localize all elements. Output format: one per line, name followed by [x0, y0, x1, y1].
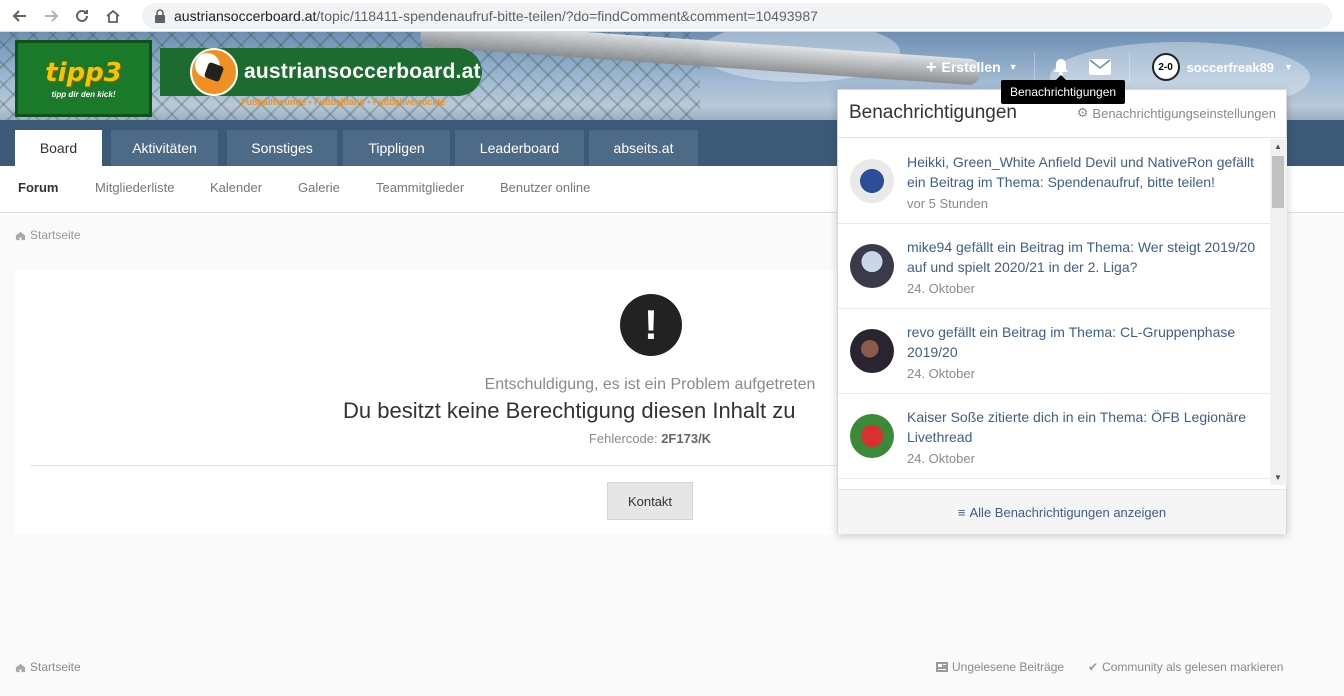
notification-time: vor 5 Stunden — [907, 196, 988, 211]
notification-item[interactable]: Kaiser Soße zitierte dich in ein Thema: … — [838, 394, 1270, 479]
home-button[interactable] — [102, 5, 124, 27]
notification-text: revo gefällt ein Beitrag im Thema: CL-Gr… — [907, 324, 1236, 360]
error-title: Du besitzt keine Berechtigung diesen Inh… — [343, 398, 796, 423]
contact-button[interactable]: Kontakt — [607, 482, 693, 520]
address-bar[interactable]: austriansoccerboard.at/topic/118411-spen… — [142, 3, 1332, 29]
avatar — [850, 159, 894, 203]
subnav-galerie[interactable]: Galerie — [298, 180, 340, 195]
avatar — [850, 329, 894, 373]
avatar — [850, 414, 894, 458]
sponsor-slogan: tipp dir den kick! — [51, 90, 116, 99]
tab-board[interactable]: Board — [15, 130, 102, 166]
notifications-title: Benachrichtigungen — [849, 102, 1017, 123]
scrollbar-thumb[interactable] — [1272, 156, 1284, 208]
lock-icon — [155, 9, 165, 23]
user-bar: + Erstellen ▼ 2-0 soccerfreak89 ▼ — [926, 52, 1293, 82]
list-icon: ≡ — [957, 504, 966, 520]
home-icon — [15, 663, 26, 672]
all-notifications-link[interactable]: ≡ Alle Benachrichtigungen anzeigen — [838, 489, 1286, 534]
mark-read-label: Community als gelesen markieren — [1102, 660, 1284, 674]
divider — [1033, 52, 1035, 82]
notification-item[interactable]: revo gefällt ein Beitrag im Thema: CL-Gr… — [838, 309, 1270, 394]
mark-read-link[interactable]: ✔ Community als gelesen markieren — [1088, 660, 1283, 674]
avatar — [850, 244, 894, 288]
tab-abseits[interactable]: abseits.at — [589, 130, 698, 166]
notification-time: 24. Oktober — [907, 451, 975, 466]
site-subtitle: Fußballfreunde • Fußballfans • Fußballve… — [241, 97, 446, 107]
plus-icon: + — [926, 56, 937, 77]
footer-breadcrumb-label: Startseite — [30, 660, 81, 674]
caret-down-icon: ▼ — [1284, 62, 1293, 72]
subnav-teammitglieder[interactable]: Teammitglieder — [376, 180, 464, 195]
subnav-forum[interactable]: Forum — [18, 180, 58, 195]
url-path: /topic/118411-spendenaufruf-bitte-teilen… — [316, 8, 818, 24]
breadcrumb[interactable]: Startseite — [15, 228, 81, 242]
home-icon — [106, 9, 120, 23]
unread-posts-label: Ungelesene Beiträge — [952, 660, 1065, 674]
notification-settings-link[interactable]: ⚙ Benachrichtigungseinstellungen — [1077, 105, 1276, 121]
create-label: Erstellen — [941, 59, 1001, 75]
notifications-dropdown: Benachrichtigungen ⚙ Benachrichtigungsei… — [837, 89, 1287, 534]
footer-breadcrumb[interactable]: Startseite — [15, 660, 81, 674]
site-logo[interactable]: austriansoccerboard.at — [160, 48, 482, 96]
tooltip: Benachrichtigungen — [1001, 75, 1126, 104]
notifications-list: Heikki, Green_White Anfield Devil und Na… — [838, 139, 1270, 485]
sponsor-logo[interactable]: tipp3 tipp dir den kick! — [15, 40, 152, 117]
user-avatar: 2-0 — [1151, 53, 1180, 81]
browser-toolbar: austriansoccerboard.at/topic/118411-spen… — [0, 0, 1344, 32]
reload-icon — [76, 9, 88, 22]
notification-time: 24. Oktober — [907, 281, 975, 296]
arrow-right-icon — [45, 9, 59, 22]
newspaper-icon — [936, 662, 948, 672]
username: soccerfreak89 — [1186, 59, 1275, 75]
bell-icon — [1053, 59, 1068, 76]
scroll-down-icon[interactable]: ▼ — [1274, 473, 1282, 482]
notification-time: 24. Oktober — [907, 366, 975, 381]
all-notifications-label: Alle Benachrichtigungen anzeigen — [969, 504, 1167, 520]
home-icon — [15, 231, 26, 240]
url-domain: austriansoccerboard.at — [174, 8, 317, 24]
sponsor-name: tipp3 — [45, 58, 122, 88]
soccer-ball-icon — [190, 48, 238, 96]
gear-icon: ⚙ — [1076, 105, 1089, 120]
error-code-value: 2F173/K — [661, 431, 712, 446]
notification-text: mike94 gefällt ein Beitrag im Thema: Wer… — [907, 239, 1256, 275]
reload-button[interactable] — [71, 5, 93, 27]
user-menu[interactable]: 2-0 soccerfreak89 ▼ — [1151, 53, 1293, 81]
notifications-scrollbar[interactable]: ▲ ▼ — [1270, 139, 1287, 485]
error-code-label: Fehlercode: — [588, 431, 658, 446]
divider — [1128, 52, 1130, 82]
arrow-left-icon — [12, 9, 26, 22]
tab-leaderboard[interactable]: Leaderboard — [455, 130, 584, 166]
unread-posts-link[interactable]: Ungelesene Beiträge — [936, 660, 1064, 674]
tab-sonstiges[interactable]: Sonstiges — [227, 130, 337, 166]
caret-down-icon: ▼ — [1008, 62, 1018, 72]
notification-text: Heikki, Green_White Anfield Devil und Na… — [907, 154, 1255, 190]
envelope-icon — [1088, 59, 1111, 75]
exclamation-icon: ! — [620, 294, 682, 356]
site-name: austriansoccerboard.at — [244, 60, 481, 83]
create-button[interactable]: + Erstellen ▼ — [926, 57, 1018, 78]
checkmark-icon: ✔ — [1088, 660, 1099, 674]
forward-button[interactable] — [40, 5, 62, 27]
scroll-up-icon[interactable]: ▲ — [1274, 142, 1282, 151]
back-button[interactable] — [9, 5, 31, 27]
notifications-button[interactable] — [1051, 57, 1071, 77]
tab-tippligen[interactable]: Tippligen — [343, 130, 450, 166]
breadcrumb-label: Startseite — [30, 228, 81, 242]
messages-button[interactable] — [1088, 59, 1111, 75]
notification-item[interactable]: mike94 gefällt ein Beitrag im Thema: Wer… — [838, 224, 1270, 309]
subnav-mitgliederliste[interactable]: Mitgliederliste — [95, 180, 174, 195]
tab-aktivitaeten[interactable]: Aktivitäten — [111, 130, 218, 166]
subnav-kalender[interactable]: Kalender — [210, 180, 262, 195]
subnav-benutzer-online[interactable]: Benutzer online — [500, 180, 590, 195]
notification-text: Kaiser Soße zitierte dich in ein Thema: … — [907, 409, 1247, 445]
notification-settings-label: Benachrichtigungseinstellungen — [1092, 105, 1276, 121]
notification-item[interactable]: Heikki, Green_White Anfield Devil und Na… — [838, 139, 1270, 224]
